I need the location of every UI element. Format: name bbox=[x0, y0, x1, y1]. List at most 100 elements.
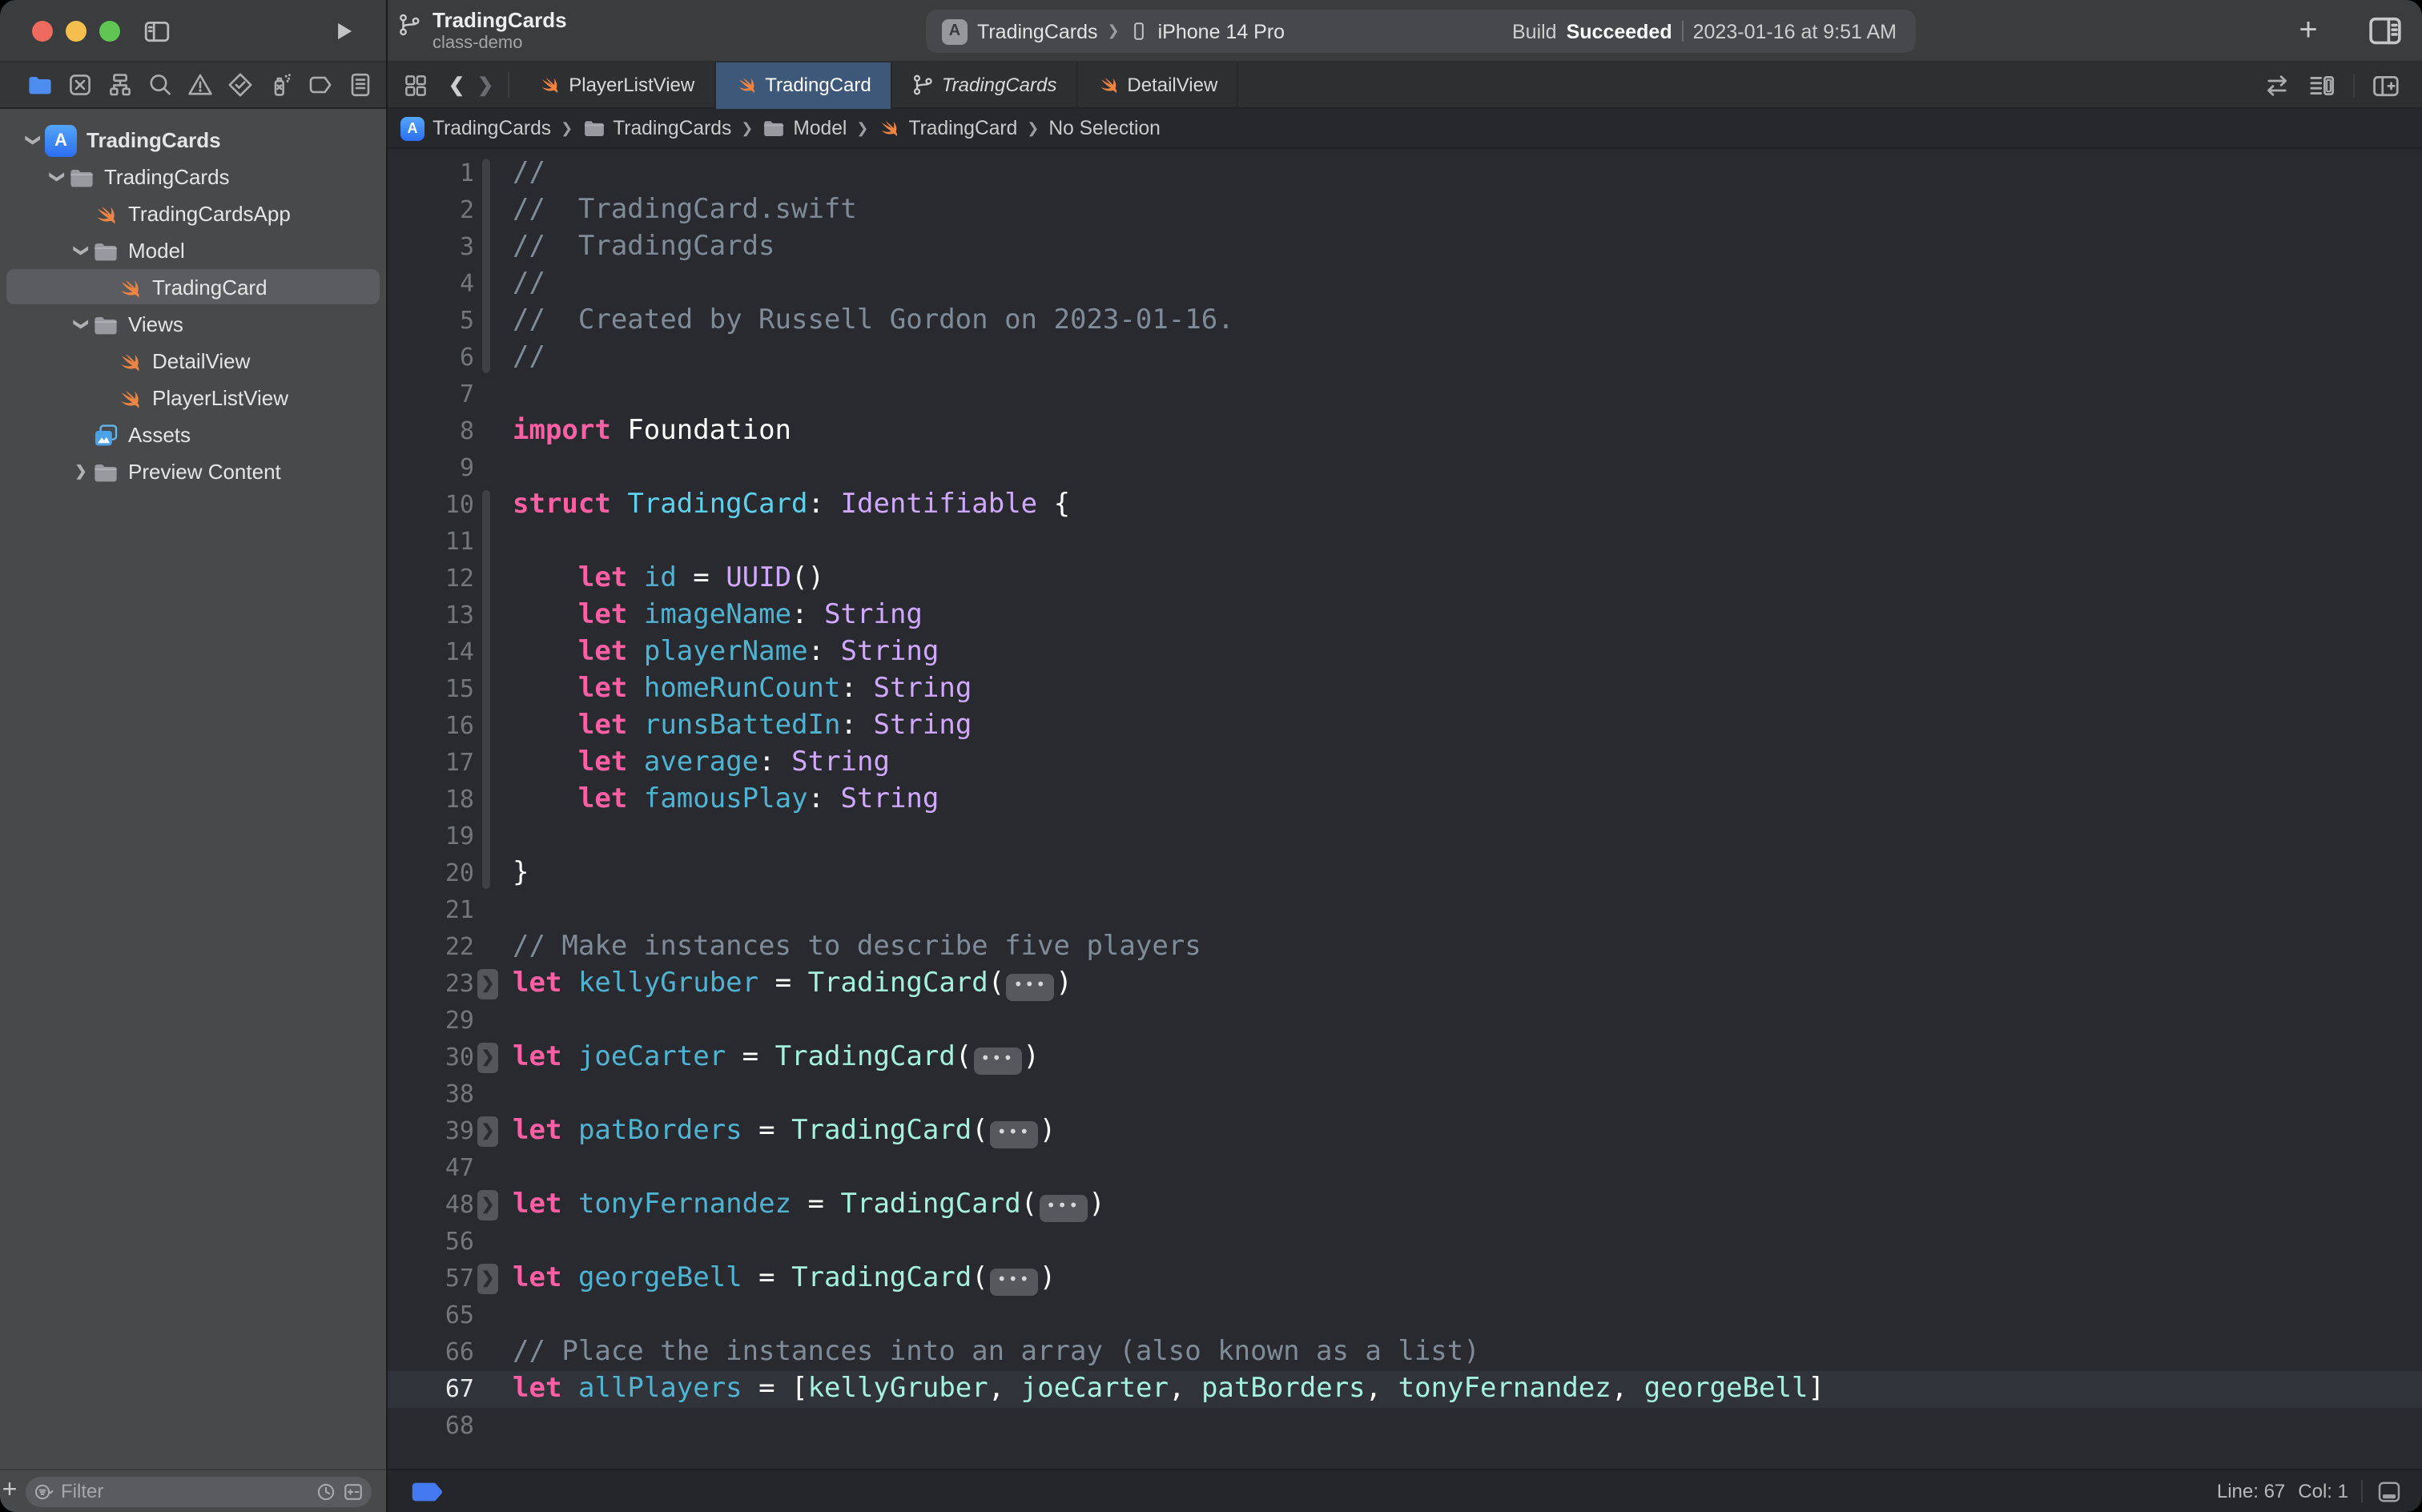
code-line-text[interactable]: // bbox=[513, 340, 2422, 376]
project-navigator-icon[interactable] bbox=[27, 72, 53, 98]
build-status[interactable]: BuildSucceeded 2023-01-16 at 9:51 AM bbox=[1512, 20, 1897, 42]
code-editor[interactable]: 1//2// TradingCard.swift3// TradingCards… bbox=[386, 149, 2422, 1469]
code-line-1[interactable]: 1 // bbox=[386, 155, 2422, 192]
code-line-7[interactable]: 7 bbox=[386, 376, 2422, 413]
fold-chevron-icon[interactable]: ❯ bbox=[477, 969, 498, 999]
folded-code-pill[interactable]: ••• bbox=[990, 1120, 1038, 1148]
line-number[interactable]: 5 bbox=[386, 303, 474, 340]
fold-region-bar[interactable] bbox=[482, 192, 490, 229]
sidebar-item-model[interactable]: ❯Model bbox=[0, 232, 386, 269]
fold-region-bar[interactable] bbox=[482, 855, 490, 889]
code-line-text[interactable]: let kellyGruber = TradingCard(•••) bbox=[513, 966, 2422, 1003]
line-number[interactable]: 65 bbox=[386, 1297, 474, 1334]
tests-navigator-icon[interactable] bbox=[227, 72, 253, 98]
code-line-text[interactable]: let average: String bbox=[513, 745, 2422, 782]
code-line-text[interactable] bbox=[513, 1297, 2422, 1334]
folded-code-pill[interactable]: ••• bbox=[1006, 973, 1054, 1000]
scheme-project-name[interactable]: TradingCards bbox=[977, 20, 1098, 42]
line-number[interactable]: 14 bbox=[386, 634, 474, 671]
code-line-text[interactable] bbox=[513, 892, 2422, 929]
folded-code-pill[interactable]: ••• bbox=[973, 1047, 1021, 1074]
code-line-text[interactable] bbox=[513, 1076, 2422, 1113]
sidebar-item-detailview[interactable]: DetailView bbox=[0, 343, 386, 380]
line-number[interactable]: 47 bbox=[386, 1150, 474, 1187]
fold-region-bar[interactable] bbox=[482, 303, 490, 340]
tab-tradingcards[interactable]: TradingCards bbox=[892, 62, 1078, 108]
line-number[interactable]: 9 bbox=[386, 450, 474, 487]
line-number[interactable]: 66 bbox=[386, 1334, 474, 1371]
fold-region-bar[interactable] bbox=[482, 634, 490, 671]
code-line-2[interactable]: 2// TradingCard.swift bbox=[386, 192, 2422, 229]
code-line-16[interactable]: 16 let runsBattedIn: String bbox=[386, 708, 2422, 745]
code-line-17[interactable]: 17 let average: String bbox=[386, 745, 2422, 782]
code-line-text[interactable]: } bbox=[513, 855, 2422, 892]
code-line-text[interactable]: let patBorders = TradingCard(•••) bbox=[513, 1113, 2422, 1150]
fold-chevron-icon[interactable]: ❯ bbox=[477, 1043, 498, 1073]
disclosure-chevron-icon[interactable]: ❯ bbox=[72, 314, 90, 335]
code-line-65[interactable]: 65 bbox=[386, 1297, 2422, 1334]
line-number[interactable]: 16 bbox=[386, 708, 474, 745]
code-line-text[interactable]: let joeCarter = TradingCard(•••) bbox=[513, 1040, 2422, 1076]
line-number[interactable]: 6 bbox=[386, 340, 474, 376]
disclosure-chevron-icon[interactable]: ❯ bbox=[72, 240, 90, 261]
disclosure-chevron-icon[interactable]: ❯ bbox=[70, 463, 91, 481]
find-navigator-icon[interactable] bbox=[147, 72, 173, 98]
line-number[interactable]: 8 bbox=[386, 413, 474, 450]
code-line-6[interactable]: 6 // bbox=[386, 340, 2422, 376]
breakpoint-indicator[interactable] bbox=[410, 1481, 445, 1502]
line-number[interactable]: 57 bbox=[386, 1261, 474, 1297]
toggle-inspector-icon[interactable] bbox=[2368, 11, 2403, 50]
code-line-text[interactable]: let imageName: String bbox=[513, 597, 2422, 634]
swap-editors-icon[interactable] bbox=[2263, 71, 2291, 99]
breakpoints-navigator-icon[interactable] bbox=[308, 72, 333, 98]
sidebar-item-tradingcardsapp[interactable]: TradingCardsApp bbox=[0, 195, 386, 232]
code-line-text[interactable] bbox=[513, 1150, 2422, 1187]
fold-region-bar[interactable] bbox=[482, 490, 490, 524]
fold-region-bar[interactable] bbox=[482, 745, 490, 782]
fold-ribbon[interactable]: ❯ bbox=[474, 1040, 513, 1076]
code-line-19[interactable]: 19 bbox=[386, 818, 2422, 855]
line-number[interactable]: 18 bbox=[386, 782, 474, 818]
code-line-13[interactable]: 13 let imageName: String bbox=[386, 597, 2422, 634]
fold-region-bar[interactable] bbox=[482, 818, 490, 855]
code-line-11[interactable]: 11 bbox=[386, 524, 2422, 561]
show-editor-grid-icon[interactable] bbox=[404, 73, 428, 97]
code-line-text[interactable]: // bbox=[513, 155, 2422, 192]
sidebar-item-tradingcards[interactable]: ❯ATradingCards bbox=[0, 122, 386, 159]
code-line-text[interactable]: // TradingCards bbox=[513, 229, 2422, 266]
fold-region-bar[interactable] bbox=[482, 782, 490, 818]
sidebar-item-tradingcards[interactable]: ❯TradingCards bbox=[0, 159, 386, 195]
sidebar-item-tradingcard[interactable]: TradingCard bbox=[0, 269, 386, 306]
code-line-66[interactable]: 66// Place the instances into an array (… bbox=[386, 1334, 2422, 1371]
line-number[interactable]: 20 bbox=[386, 855, 474, 892]
issues-navigator-icon[interactable] bbox=[187, 72, 213, 98]
go-forward-icon[interactable]: ❯ bbox=[471, 74, 500, 96]
folded-code-pill[interactable]: ••• bbox=[1039, 1194, 1087, 1221]
code-line-text[interactable]: // Make instances to describe five playe… bbox=[513, 929, 2422, 966]
line-number[interactable]: 7 bbox=[386, 376, 474, 413]
fold-region-bar[interactable] bbox=[482, 229, 490, 266]
code-line-text[interactable]: // bbox=[513, 266, 2422, 303]
code-line-12[interactable]: 12 let id = UUID() bbox=[386, 561, 2422, 597]
code-line-text[interactable] bbox=[513, 1224, 2422, 1261]
fold-region-bar[interactable] bbox=[482, 266, 490, 303]
line-number[interactable]: 1 bbox=[386, 155, 474, 192]
code-line-10[interactable]: 10struct TradingCard: Identifiable { bbox=[386, 487, 2422, 524]
line-number[interactable]: 67 bbox=[386, 1371, 474, 1408]
code-line-text[interactable]: struct TradingCard: Identifiable { bbox=[513, 487, 2422, 524]
fold-region-bar[interactable] bbox=[482, 561, 490, 597]
fold-region-bar[interactable] bbox=[482, 708, 490, 745]
line-number[interactable]: 22 bbox=[386, 929, 474, 966]
code-line-4[interactable]: 4// bbox=[386, 266, 2422, 303]
code-line-text[interactable] bbox=[513, 450, 2422, 487]
line-number[interactable]: 30 bbox=[386, 1040, 474, 1076]
fold-ribbon[interactable]: ❯ bbox=[474, 1113, 513, 1150]
code-line-text[interactable] bbox=[513, 376, 2422, 413]
code-line-text[interactable]: import Foundation bbox=[513, 413, 2422, 450]
code-line-text[interactable]: // Created by Russell Gordon on 2023-01-… bbox=[513, 303, 2422, 340]
tab-playerlistview[interactable]: PlayerListView bbox=[519, 62, 715, 108]
line-number[interactable]: 3 bbox=[386, 229, 474, 266]
code-line-20[interactable]: 20} bbox=[386, 855, 2422, 892]
code-line-text[interactable] bbox=[513, 524, 2422, 561]
code-line-text[interactable]: let runsBattedIn: String bbox=[513, 708, 2422, 745]
